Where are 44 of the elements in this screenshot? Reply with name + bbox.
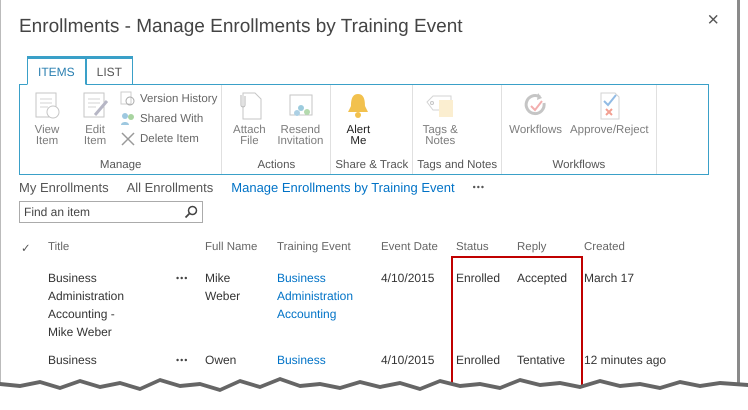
table-cell-text: Owen <box>205 352 238 369</box>
version-history-icon <box>120 91 136 107</box>
table-cell-text: 4/10/2015 <box>381 352 436 369</box>
group-label: Tags and Notes <box>417 159 498 173</box>
search-icon[interactable] <box>184 205 198 219</box>
view-link[interactable]: Manage Enrollments by Training Event <box>231 180 455 194</box>
more-button[interactable]: ••• <box>472 182 486 192</box>
event-link[interactable]: Business Administration Accounting <box>277 269 381 351</box>
ribbon-tab[interactable]: ITEMS <box>27 56 86 85</box>
column-header[interactable]: Training Event <box>277 241 381 269</box>
column-header[interactable]: Reply <box>517 241 584 269</box>
column-header[interactable]: Title <box>48 241 176 269</box>
column-header[interactable]: Event Date <box>381 241 456 269</box>
column-header[interactable]: Status <box>456 241 517 269</box>
table-cell-text: Mike Weber <box>205 270 242 305</box>
window-title: Enrollments - Manage Enrollments by Training Event <box>19 16 463 38</box>
item-menu-button[interactable]: ••• <box>176 271 205 285</box>
table-cell-text: Accepted <box>517 270 568 287</box>
table-cell-text: Tentative <box>517 352 566 369</box>
table-cell-text: 4/10/2015 <box>381 270 436 287</box>
delete-icon <box>120 131 136 147</box>
group-label: Actions <box>256 159 296 173</box>
close-button[interactable]: × <box>701 10 725 30</box>
event-link[interactable]: Business <box>277 351 381 379</box>
table-cell-text: March 17 <box>584 270 636 287</box>
group-label: Manage <box>98 159 142 173</box>
ribbon-tab[interactable]: LIST <box>86 56 134 85</box>
view-link[interactable]: My Enrollments <box>19 180 109 194</box>
people-icon <box>120 111 136 127</box>
view-link[interactable]: All Enrollments <box>126 180 214 194</box>
group-label: Share & Track <box>335 159 408 173</box>
table-cell-text: Enrolled <box>456 270 502 287</box>
ribbon-button[interactable]: Alert Me <box>335 91 382 159</box>
list-view-icon <box>33 91 61 121</box>
table-cell-text: Business Administration Accounting - Mike Weber <box>48 270 126 341</box>
table-cell-text: Business <box>48 352 98 369</box>
table-cell-text: Enrolled <box>456 352 502 369</box>
column-header[interactable]: Created <box>584 241 724 269</box>
table-cell-text: 12 minutes ago <box>584 352 668 369</box>
group-label: Workflows <box>551 159 606 173</box>
search-field[interactable]: Find an item <box>19 201 203 223</box>
select-all-check[interactable]: ✓ <box>11 241 48 269</box>
item-menu-button[interactable]: ••• <box>176 353 205 367</box>
column-header[interactable]: Full Name <box>205 241 277 269</box>
